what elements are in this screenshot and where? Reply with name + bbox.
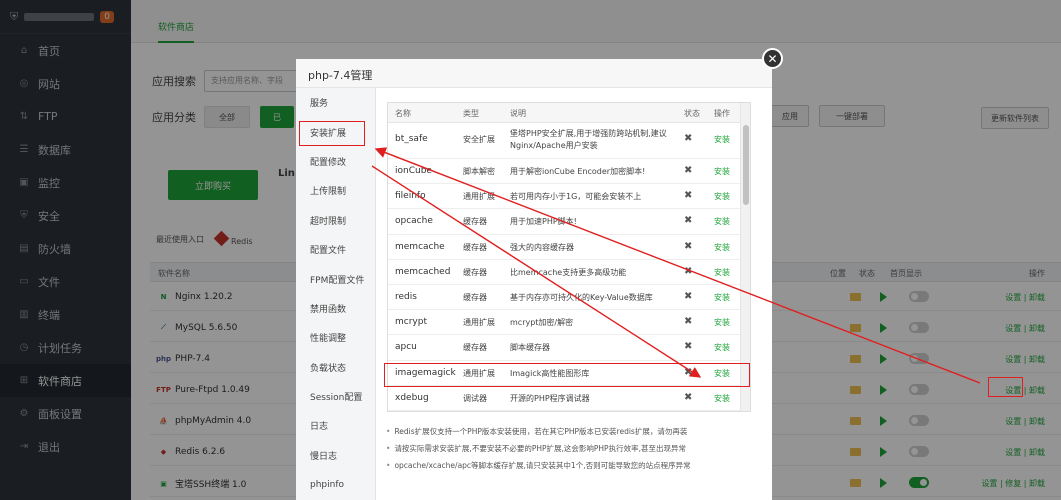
- ext-type: 缓存器: [463, 292, 487, 302]
- install-link[interactable]: 安装: [714, 134, 730, 145]
- ext-desc: 基于内存亦可持久化的Key-Value数据库: [510, 292, 653, 302]
- install-link[interactable]: 安装: [714, 267, 730, 278]
- extension-row: fileinfo 通用扩展 若可用内存小于1G，可能会安装不上 ✖ 安装: [388, 184, 750, 210]
- ext-name: memcached: [395, 266, 451, 277]
- ext-name: xdebug: [395, 392, 429, 403]
- extension-row: ionCube 脚本解密 用于解密ionCube Encoder加密脚本! ✖ 安装: [388, 159, 750, 185]
- install-link[interactable]: 安装: [714, 342, 730, 353]
- highlight-install-extension: [299, 121, 365, 146]
- modal-side-menu: 服务 安装扩展 配置修改 上传限制 超时限制 配置文件 FPM配置文件 禁用函数 性能调整 负载状…: [296, 88, 376, 500]
- not-installed-icon: ✖: [684, 391, 693, 403]
- modal-menu-item[interactable]: 日志: [296, 411, 375, 440]
- ext-type: 脚本解密: [463, 167, 495, 176]
- ext-name: apcu: [395, 342, 417, 353]
- modal-menu-item[interactable]: FPM配置文件: [296, 264, 375, 293]
- scrollbar-thumb[interactable]: [743, 125, 749, 205]
- not-installed-icon: ✖: [684, 240, 693, 252]
- modal-menu-item[interactable]: Session配置: [296, 382, 375, 411]
- ext-desc: 堡塔PHP安全扩展,用于增强防跨站机制,建议Nginx/Apache用户安装: [510, 129, 667, 150]
- note-item: Redis扩展仅支持一个PHP版本安装使用，若在其它PHP版本已安装redis扩…: [386, 423, 766, 440]
- note-item: opcache/xcache/apc等脚本缓存扩展,请只安装其中1个,否则可能导…: [386, 457, 766, 474]
- extension-row: memcached 缓存器 比memcache支持更多高级功能 ✖ 安装: [388, 260, 750, 285]
- ext-desc: 比memcache支持更多高级功能: [510, 267, 627, 277]
- highlight-settings-link: [988, 377, 1023, 397]
- extension-row: redis 缓存器 基于内存亦可持久化的Key-Value数据库 ✖ 安装: [388, 285, 750, 311]
- ext-col-desc: 说明: [510, 109, 526, 118]
- ext-type: 缓存器: [463, 242, 487, 252]
- ext-desc: mcrypt加密/解密: [510, 318, 574, 328]
- ext-name: ionCube: [395, 166, 432, 176]
- modal-menu-item[interactable]: 禁用函数: [296, 294, 375, 323]
- ext-col-name: 名称: [395, 109, 411, 118]
- ext-type: 安全扩展: [463, 135, 495, 144]
- modal-menu-item[interactable]: phpinfo: [296, 470, 375, 499]
- not-installed-icon: ✖: [684, 341, 693, 353]
- not-installed-icon: ✖: [684, 265, 693, 277]
- ext-type: 通用扩展: [463, 318, 495, 328]
- ext-name: memcache: [395, 241, 445, 252]
- ext-name: mcrypt: [395, 317, 427, 328]
- ext-type: 通用扩展: [463, 192, 495, 202]
- modal-menu-item[interactable]: 上传限制: [296, 176, 375, 205]
- extension-row: opcache 缓存器 用于加速PHP脚本! ✖ 安装: [388, 209, 750, 235]
- ext-type: 缓存器: [463, 267, 487, 277]
- ext-type: 缓存器: [463, 217, 487, 227]
- extension-row: apcu 缓存器 脚本缓存器 ✖ 安装: [388, 335, 750, 361]
- not-installed-icon: ✖: [684, 316, 693, 328]
- modal-menu-item[interactable]: 配置修改: [296, 147, 375, 176]
- modal-menu-item[interactable]: 性能调整: [296, 323, 375, 352]
- ext-desc: 用于加速PHP脚本!: [510, 217, 577, 227]
- note-item: 请按实际需求安装扩展,不要安装不必要的PHP扩展,这会影响PHP执行效率,甚至出…: [386, 440, 766, 457]
- extension-row: xdebug 调试器 开源的PHP程序调试器 ✖ 安装: [388, 386, 750, 411]
- ext-col-status: 状态: [684, 109, 700, 118]
- install-link[interactable]: 安装: [714, 317, 730, 328]
- modal-menu-item[interactable]: 配置文件: [296, 235, 375, 264]
- modal-menu-item[interactable]: 超时限制: [296, 206, 375, 235]
- highlight-imagemagick-row: [384, 363, 750, 387]
- install-link[interactable]: 安装: [714, 292, 730, 303]
- ext-col-op: 操作: [714, 109, 730, 118]
- ext-name: opcache: [395, 216, 433, 227]
- ext-type: 调试器: [463, 393, 487, 403]
- install-link[interactable]: 安装: [714, 166, 730, 177]
- modal-menu-item[interactable]: 慢日志: [296, 441, 375, 470]
- modal-menu-item[interactable]: 负载状态: [296, 353, 375, 382]
- extension-row: mcrypt 通用扩展 mcrypt加密/解密 ✖ 安装: [388, 310, 750, 336]
- ext-desc: 开源的PHP程序调试器: [510, 393, 590, 403]
- close-icon[interactable]: ✕: [762, 48, 783, 69]
- modal-menu-item[interactable]: 服务: [296, 88, 375, 117]
- modal-notes: Redis扩展仅支持一个PHP版本安装使用，若在其它PHP版本已安装redis扩…: [386, 423, 766, 474]
- ext-name: bt_safe: [395, 134, 428, 144]
- ext-desc: 强大的内容缓存器: [510, 242, 574, 252]
- ext-desc: 用于解密ionCube Encoder加密脚本!: [510, 167, 646, 176]
- php-manage-modal: php-7.4管理 服务 安装扩展 配置修改 上传限制 超时限制 配置文件 FPM配置文件禁…: [296, 59, 772, 500]
- extension-row: bt_safe 安全扩展 堡塔PHP安全扩展,用于增强防跨站机制,建议Nginx/A…: [388, 123, 750, 159]
- modal-title: php-7.4管理: [296, 59, 772, 88]
- ext-desc: 脚本缓存器: [510, 343, 550, 353]
- not-installed-icon: ✖: [684, 215, 693, 227]
- ext-type: 缓存器: [463, 343, 487, 353]
- extension-table-header: 名称 类型 说明 状态 操作: [388, 103, 750, 123]
- ext-col-type: 类型: [463, 109, 479, 118]
- ext-name: fileinfo: [395, 191, 426, 202]
- not-installed-icon: ✖: [684, 290, 693, 302]
- not-installed-icon: ✖: [684, 190, 693, 202]
- install-link[interactable]: 安装: [714, 242, 730, 253]
- install-link[interactable]: 安装: [714, 216, 730, 227]
- not-installed-icon: ✖: [684, 165, 693, 176]
- ext-name: redis: [395, 291, 417, 302]
- ext-desc: 若可用内存小于1G，可能会安装不上: [510, 192, 642, 202]
- install-link[interactable]: 安装: [714, 393, 730, 404]
- extension-row: memcache 缓存器 强大的内容缓存器 ✖ 安装: [388, 235, 750, 260]
- install-link[interactable]: 安装: [714, 191, 730, 202]
- not-installed-icon: ✖: [684, 133, 693, 144]
